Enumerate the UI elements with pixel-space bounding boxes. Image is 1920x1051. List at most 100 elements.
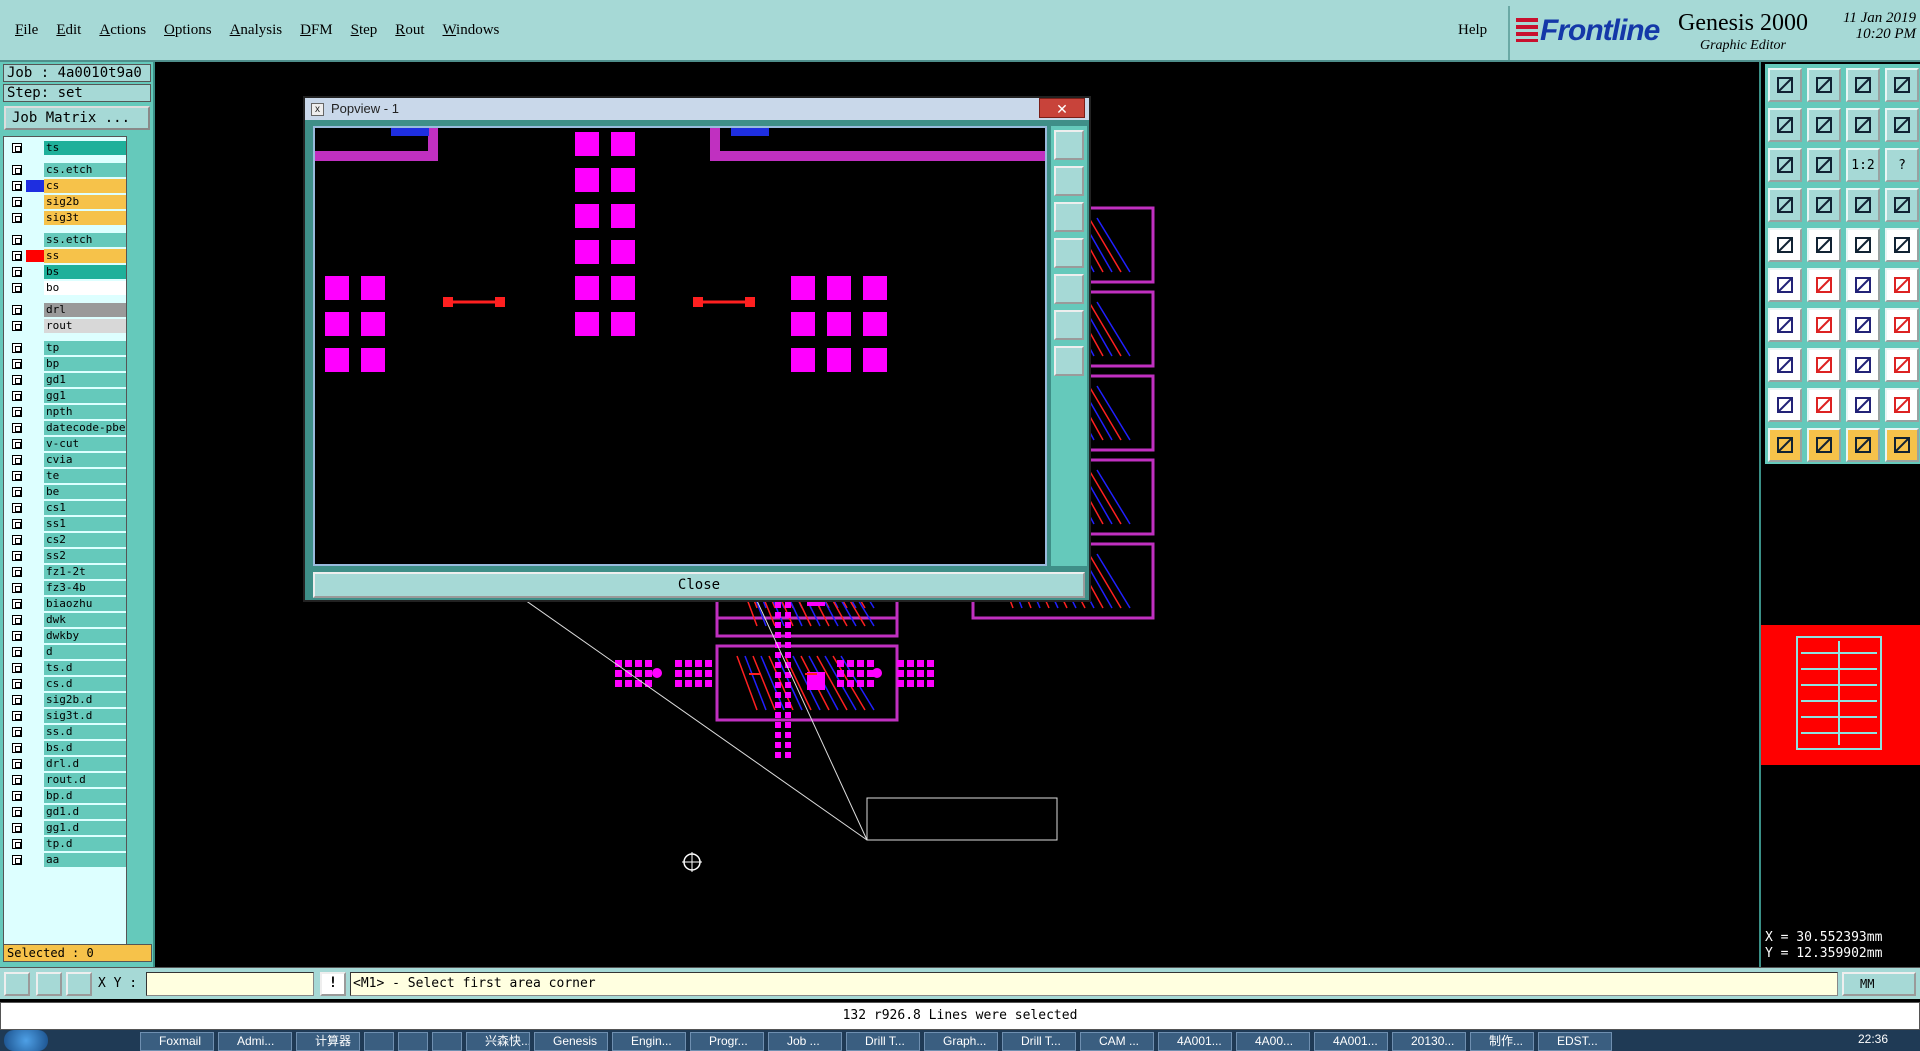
layer-row-aa[interactable]: aa <box>6 853 126 867</box>
taskbar-app-20[interactable]: EDST... <box>1538 1032 1612 1051</box>
layer-checkbox[interactable] <box>12 695 22 705</box>
layer-row-cs.d[interactable]: cs.d <box>6 677 126 691</box>
layer-color-swatch[interactable] <box>26 390 44 402</box>
angle-button[interactable] <box>36 972 62 996</box>
layer-down-icon[interactable] <box>1054 202 1084 232</box>
layer-color-swatch[interactable] <box>26 358 44 370</box>
connect-icon[interactable] <box>1885 268 1919 302</box>
layer-row-cs[interactable]: cs <box>6 179 126 193</box>
layer-row-cs1[interactable]: cs1 <box>6 501 126 515</box>
layer-name[interactable]: biaozhu <box>44 597 126 611</box>
grid-button[interactable] <box>66 972 92 996</box>
text-d-icon[interactable] <box>1885 388 1919 422</box>
layer-checkbox[interactable] <box>12 519 22 529</box>
layer-name[interactable]: bo <box>44 281 126 295</box>
layer-checkbox[interactable] <box>12 791 22 801</box>
layer-row-npth[interactable]: npth <box>6 405 126 419</box>
minus-icon[interactable] <box>1807 348 1841 382</box>
layer-color-swatch[interactable] <box>26 470 44 482</box>
layer-name[interactable]: sig3t <box>44 211 126 225</box>
layer-name[interactable]: bs <box>44 265 126 279</box>
split-icon[interactable] <box>1885 348 1919 382</box>
layer-checkbox[interactable] <box>12 679 22 689</box>
layer-checkbox[interactable] <box>12 359 22 369</box>
layer-color-swatch[interactable] <box>26 374 44 386</box>
layer-up-icon[interactable] <box>1768 68 1802 102</box>
layer-color-swatch[interactable] <box>26 630 44 642</box>
layer-color-swatch[interactable] <box>26 406 44 418</box>
layer-row-ss1[interactable]: ss1 <box>6 517 126 531</box>
layer-row-sig2b[interactable]: sig2b <box>6 195 126 209</box>
popview-close-button[interactable]: Close <box>313 572 1085 598</box>
text-b-icon[interactable] <box>1807 388 1841 422</box>
layer-row-bp.d[interactable]: bp.d <box>6 789 126 803</box>
mirror-icon[interactable] <box>1846 348 1880 382</box>
cross-icon[interactable] <box>1807 268 1841 302</box>
layer-color-swatch[interactable] <box>26 320 44 332</box>
measure-icon[interactable] <box>1768 188 1802 222</box>
layer-checkbox[interactable] <box>12 823 22 833</box>
layer-checkbox[interactable] <box>12 599 22 609</box>
layer-checkbox[interactable] <box>12 267 22 277</box>
layer-color-swatch[interactable] <box>26 282 44 294</box>
layer-checkbox[interactable] <box>12 839 22 849</box>
overview-map[interactable] <box>1761 625 1920 765</box>
layer-row-biaozhu[interactable]: biaozhu <box>6 597 126 611</box>
layer-checkbox[interactable] <box>12 143 22 153</box>
taskbar-app-13[interactable]: Drill T... <box>1002 1032 1076 1051</box>
pad-icon[interactable] <box>1768 228 1802 262</box>
layer-row-ts[interactable]: ts <box>6 141 126 155</box>
net-icon[interactable] <box>1885 188 1919 222</box>
layer-checkbox[interactable] <box>12 807 22 817</box>
layer-color-swatch[interactable] <box>26 694 44 706</box>
layer-name[interactable]: drl <box>44 303 126 317</box>
layer-checkbox[interactable] <box>12 455 22 465</box>
layer-row-v-cut[interactable]: v-cut <box>6 437 126 451</box>
layer-row-fz1-2t[interactable]: fz1-2t <box>6 565 126 579</box>
layer-checkbox[interactable] <box>12 165 22 175</box>
layer-color-swatch[interactable] <box>26 726 44 738</box>
pointer4-icon[interactable] <box>1885 428 1919 462</box>
units-select[interactable]: MM <box>1842 972 1916 996</box>
text-c-icon[interactable] <box>1846 388 1880 422</box>
taskbar-app-11[interactable]: Drill T... <box>846 1032 920 1051</box>
layer-color-swatch[interactable] <box>26 196 44 208</box>
layer-row-bp[interactable]: bp <box>6 357 126 371</box>
layer-checkbox[interactable] <box>12 213 22 223</box>
pan-left-icon[interactable] <box>1768 108 1802 142</box>
layer-row-gd1[interactable]: gd1 <box>6 373 126 387</box>
pan-right-icon[interactable] <box>1054 274 1084 304</box>
popview-close-x-button[interactable]: ✕ <box>1039 98 1085 118</box>
layer-row-sig3t[interactable]: sig3t <box>6 211 126 225</box>
zoom-in-icon[interactable] <box>1054 130 1084 160</box>
layer-checkbox[interactable] <box>12 855 22 865</box>
slash2-icon[interactable] <box>1807 308 1841 342</box>
layer-checkbox[interactable] <box>12 775 22 785</box>
layer-name[interactable]: tp.d <box>44 837 126 851</box>
layer-color-swatch[interactable] <box>26 598 44 610</box>
layer-color-swatch[interactable] <box>26 774 44 786</box>
taskbar-app-12[interactable]: Graph... <box>924 1032 998 1051</box>
layer-color-swatch[interactable] <box>26 742 44 754</box>
layer-row-drl.d[interactable]: drl.d <box>6 757 126 771</box>
line-icon[interactable] <box>1807 228 1841 262</box>
layer-row-bo[interactable]: bo <box>6 281 126 295</box>
layer-color-swatch[interactable] <box>26 534 44 546</box>
layer-checkbox[interactable] <box>12 487 22 497</box>
align-icon[interactable] <box>1885 308 1919 342</box>
layer-color-swatch[interactable] <box>26 550 44 562</box>
pan-left-icon[interactable] <box>1054 238 1084 268</box>
layer-checkbox[interactable] <box>12 743 22 753</box>
layer-name[interactable]: dwkby <box>44 629 126 643</box>
layer-checkbox[interactable] <box>12 503 22 513</box>
layer-color-swatch[interactable] <box>26 582 44 594</box>
menu-file[interactable]: File <box>6 20 47 41</box>
drc-icon[interactable] <box>1846 188 1880 222</box>
layer-color-swatch[interactable] <box>26 180 44 192</box>
layer-checkbox[interactable] <box>12 535 22 545</box>
layer-checkbox[interactable] <box>12 251 22 261</box>
layer-color-swatch[interactable] <box>26 438 44 450</box>
layer-row-datecode-pbe[interactable]: datecode-pbe <box>6 421 126 435</box>
layer-checkbox[interactable] <box>12 663 22 673</box>
job-matrix-button[interactable]: Job Matrix ... <box>4 106 150 130</box>
